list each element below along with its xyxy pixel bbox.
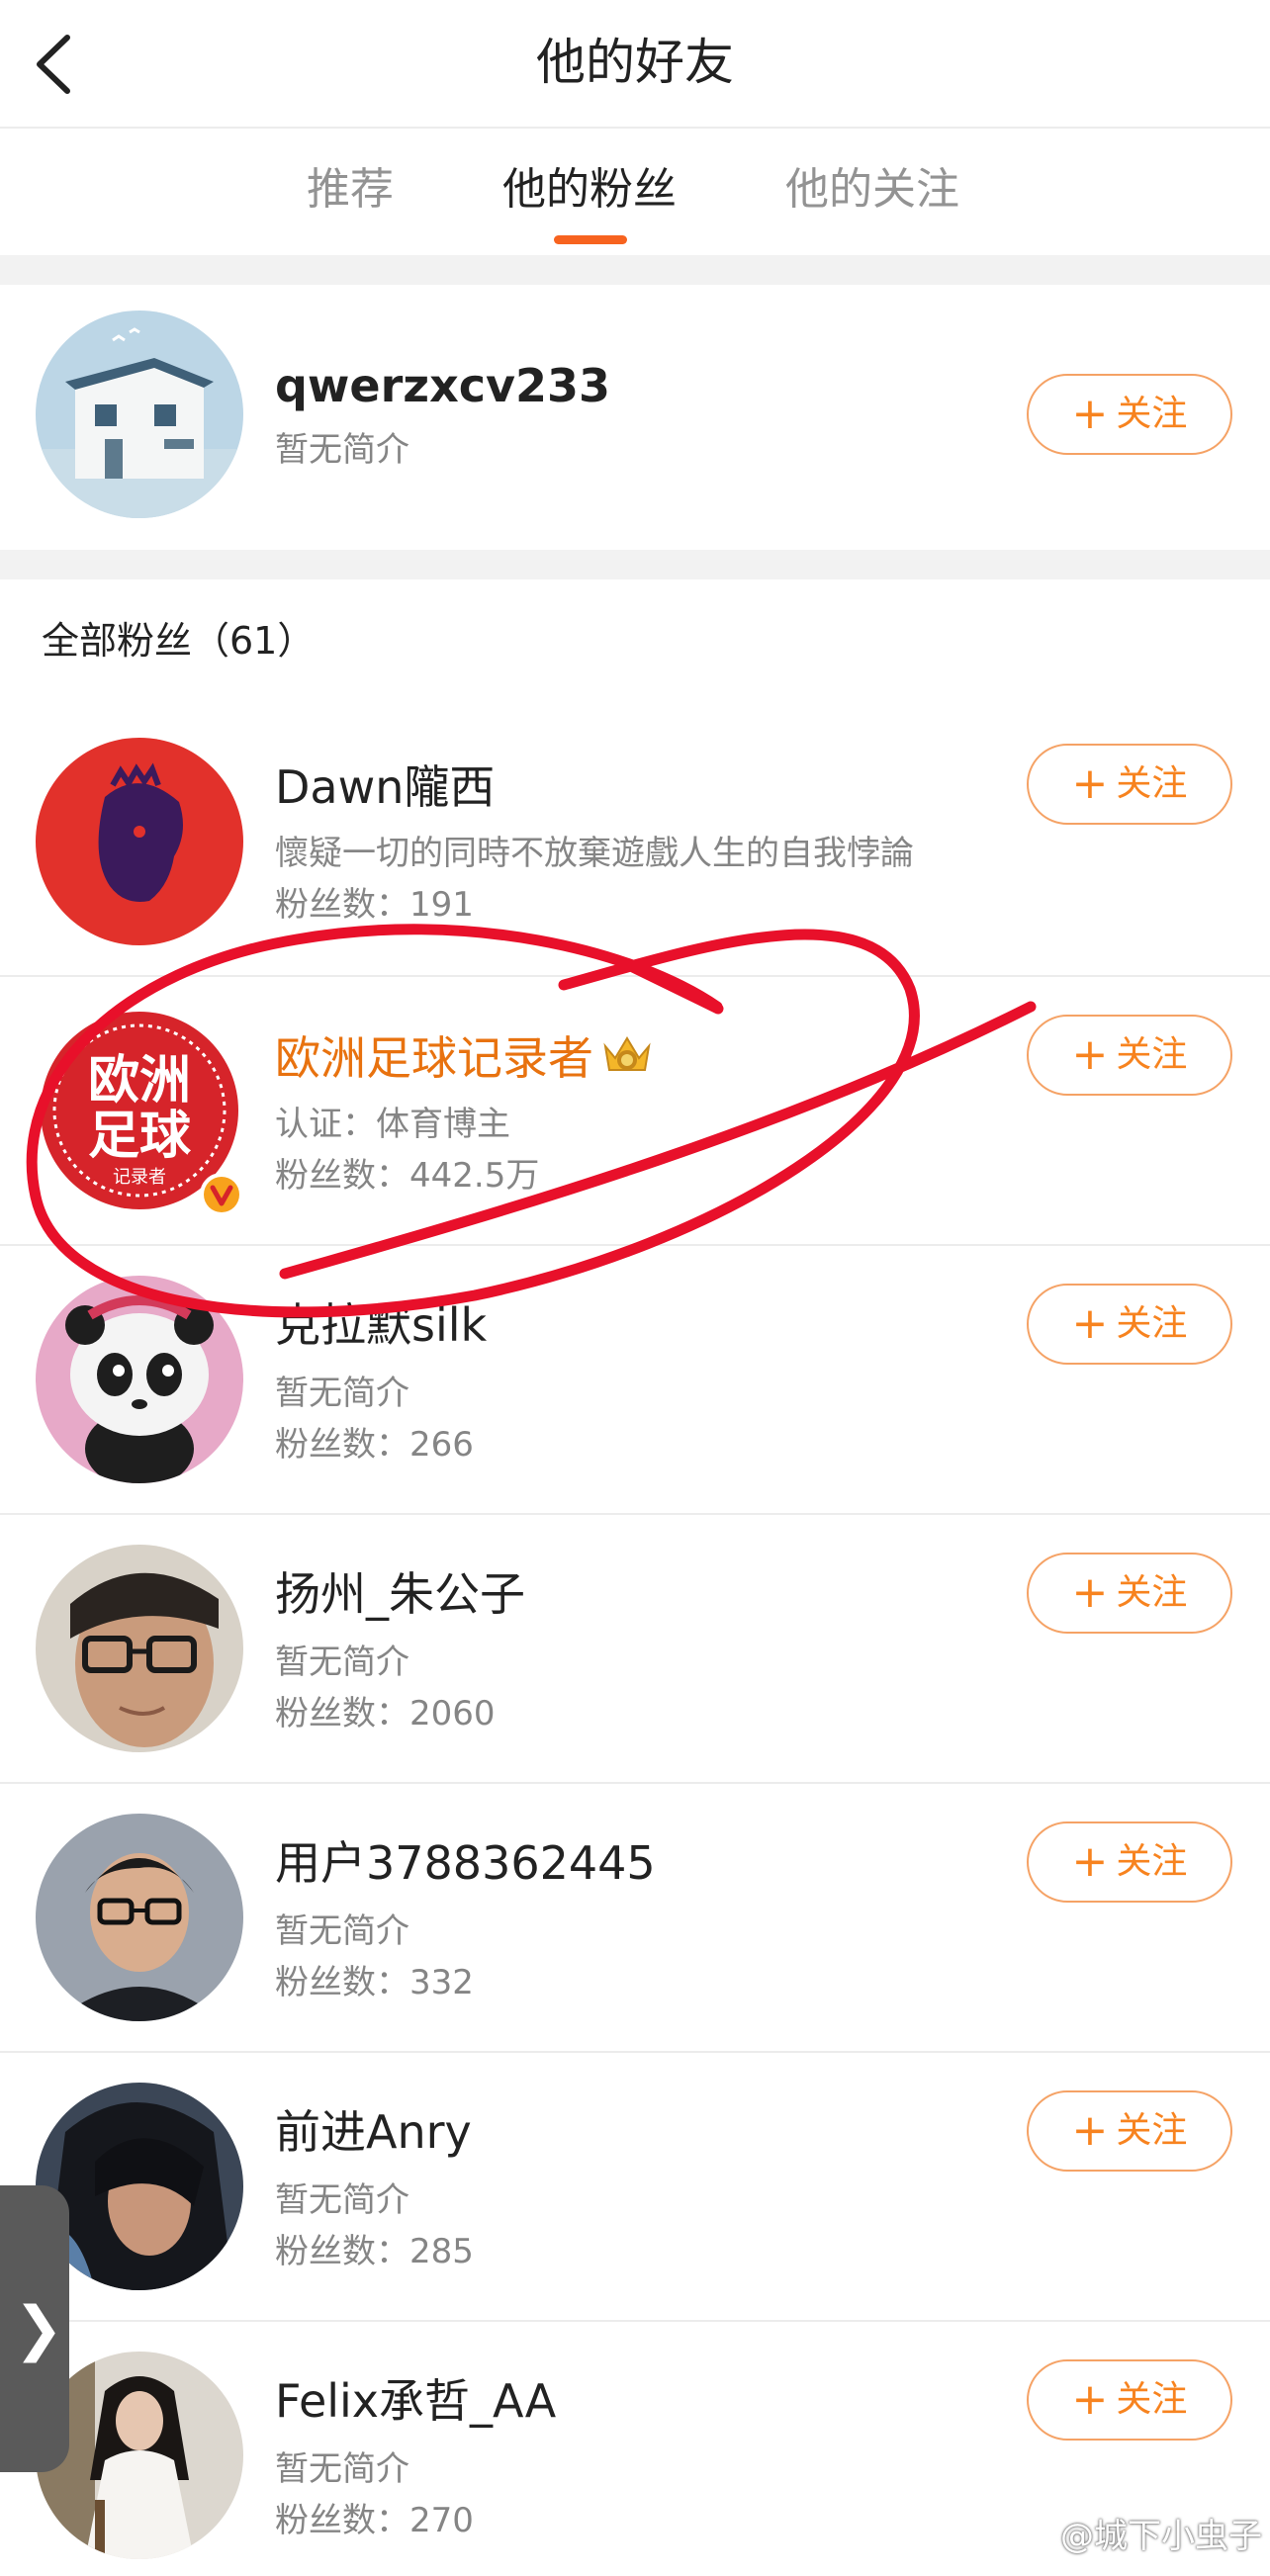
follow-button[interactable]: + 关注 [1027,1284,1232,1365]
follow-button[interactable]: + 关注 [1027,1553,1232,1634]
avatar-text-line1: 欧洲 [88,1051,191,1110]
follow-button[interactable]: + 关注 [1027,1015,1232,1096]
follow-label: 关注 [1116,2110,1188,2151]
follow-label: 关注 [1116,1034,1188,1075]
fan-follower-count: 粉丝数：266 [275,1425,474,1465]
active-tab-indicator [554,235,627,244]
fan-name[interactable]: 克拉默silk [275,1295,487,1355]
fan-follower-count: 粉丝数：270 [275,2501,474,2540]
follow-button[interactable]: + 关注 [1027,744,1232,825]
fan-bio: 暂无简介 [275,1643,409,1682]
tab-recommend[interactable]: 推荐 [307,160,394,220]
watermark: @城下小虫子 [1009,2514,1262,2559]
avatar[interactable] [36,311,243,518]
plus-icon: + [1071,1029,1109,1080]
fan-bio: 暂无简介 [275,2449,409,2489]
fan-name[interactable]: Felix承哲_AA [275,2371,556,2431]
list-item[interactable]: 克拉默silk 暂无简介 粉丝数：266 + 关注 [0,1246,1270,1513]
follow-label: 关注 [1116,2379,1188,2420]
plus-icon: + [1071,2105,1109,2156]
follow-label: 关注 [1116,1841,1188,1882]
avatar[interactable] [36,1276,243,1483]
fans-section-title: 全部粉丝（61） [42,619,316,663]
avatar[interactable] [36,1814,243,2021]
watermark-text: @城下小虫子 [1060,2517,1262,2556]
avatar-text-line2: 足球 [88,1107,192,1166]
profile-card[interactable]: qwerzxcv233 暂无简介 + 关注 [0,285,1270,550]
section-gap [0,550,1270,579]
man-portrait-avatar-image [36,1814,243,2021]
list-item[interactable]: 用户3788362445 暂无简介 粉丝数：332 + 关注 [0,1784,1270,2051]
man-glasses-avatar-image [36,1545,243,1752]
follow-button[interactable]: + 关注 [1027,2090,1232,2172]
profile-name[interactable]: qwerzxcv233 [275,356,610,415]
fan-bio: 懷疑一切的同時不放棄遊戲人生的自我悖論 [275,834,914,873]
follow-label: 关注 [1116,1303,1188,1344]
page-title: 他的好友 [536,34,734,91]
plus-icon: + [1071,1567,1109,1618]
fan-name[interactable]: Dawn隴西 [275,757,495,817]
fan-bio: 暂无简介 [275,2180,409,2220]
fan-name[interactable]: 欧洲足球记录者 [275,1028,593,1088]
follow-button[interactable]: + 关注 [1027,2359,1232,2441]
fan-follower-count: 粉丝数：285 [275,2232,474,2271]
follow-button[interactable]: + 关注 [1027,374,1232,455]
lion-logo-avatar-image [36,738,243,945]
list-item[interactable]: 欧洲 足球 记录者 欧洲足球记录者 认证：体育博主 粉丝数：442.5万 + 关注 [0,977,1270,1244]
crown-medal-icon [603,1036,651,1071]
section-gap [0,255,1270,285]
plus-icon: + [1071,1298,1109,1349]
fan-follower-count: 粉丝数：442.5万 [275,1156,540,1196]
follow-label: 关注 [1116,763,1188,804]
follow-label: 关注 [1116,394,1188,434]
follow-button[interactable]: + 关注 [1027,1821,1232,1903]
plus-icon: + [1071,1836,1109,1887]
fan-name[interactable]: 用户3788362445 [275,1833,656,1893]
fan-verification: 认证：体育博主 [275,1105,510,1144]
fan-follower-count: 粉丝数：191 [275,885,474,925]
side-drawer-handle[interactable]: ❯ [0,2185,69,2472]
fan-follower-count: 粉丝数：332 [275,1963,474,2002]
fan-name[interactable]: 前进Anry [275,2102,472,2162]
tab-his-following[interactable]: 他的关注 [785,160,959,220]
chevron-right-icon: ❯ [14,2294,64,2363]
fan-bio: 暂无简介 [275,1911,409,1951]
tab-bar: 推荐 他的粉丝 他的关注 [0,129,1270,255]
panda-avatar-image [36,1276,243,1483]
tab-his-fans[interactable]: 他的粉丝 [502,160,677,220]
avatar[interactable] [36,738,243,945]
fan-name[interactable]: 扬州_朱公子 [275,1564,525,1624]
plus-icon: + [1071,2374,1109,2425]
plus-icon: + [1071,758,1109,809]
list-item[interactable]: 扬州_朱公子 暂无简介 粉丝数：2060 + 关注 [0,1515,1270,1782]
avatar[interactable] [36,1545,243,1752]
fan-bio: 暂无简介 [275,1374,409,1413]
house-avatar-image [36,311,243,518]
list-item[interactable]: Dawn隴西 懷疑一切的同時不放棄遊戲人生的自我悖論 粉丝数：191 + 关注 [0,706,1270,975]
profile-bio: 暂无简介 [275,430,409,470]
plus-icon: + [1071,389,1109,439]
weibo-logo-icon [1009,2518,1052,2551]
fan-follower-count: 粉丝数：2060 [275,1694,496,1733]
list-item[interactable]: 前进Anry 暂无简介 粉丝数：285 + 关注 [0,2053,1270,2320]
nav-bar: 他的好友 [0,0,1270,129]
avatar-text-line3: 记录者 [113,1167,166,1188]
follow-label: 关注 [1116,1572,1188,1613]
verified-badge-icon [200,1173,243,1216]
